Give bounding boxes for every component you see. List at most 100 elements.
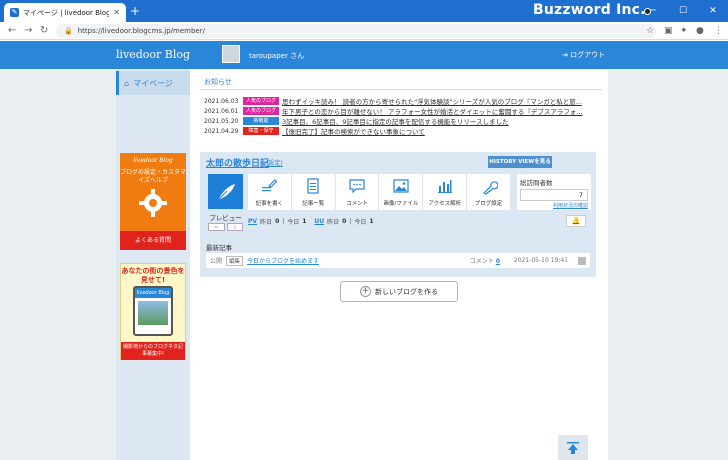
comment-count: コメント 0 [470, 256, 500, 265]
gear-icon [139, 189, 167, 217]
photo-banner[interactable]: あなたの街の景色を見せて! livedoor Blog 撮影地からのブログネタ記… [120, 263, 186, 360]
username[interactable]: taroupaper さん [249, 51, 304, 61]
extension-icon[interactable]: ▣ [664, 25, 673, 37]
mobile-icon[interactable]: ▯ [226, 223, 243, 231]
avatar[interactable] [222, 45, 240, 63]
write-article-button[interactable]: 記事を書く [248, 174, 292, 210]
notice-date: 2021.06.01 [204, 107, 239, 115]
pc-icon[interactable]: ▭ [208, 223, 225, 231]
star-icon[interactable]: ☆ [646, 25, 654, 37]
delete-icon[interactable] [578, 256, 586, 265]
usage-link[interactable]: 利用状況の確認 [520, 202, 588, 209]
article-title-link[interactable]: 今日からブログを始めます [247, 256, 466, 265]
new-blog-button[interactable]: + 新しいブログを作る [340, 281, 458, 302]
notice-link[interactable]: 年下男子との恋から目が離せない！ アラフォー女性が婚活とダイエットに奮闘する『デ… [282, 106, 583, 116]
edit-button[interactable]: 編集 [226, 255, 244, 266]
tab-title: マイページ | livedoor Blog [23, 8, 110, 17]
notice-badge: 人気のブログ [243, 107, 279, 115]
visitor-value: 7 [520, 189, 588, 201]
url-text: https://livedoor.blogcms.jp/member/ [77, 27, 205, 35]
site-logo[interactable]: livedoor Blog [116, 48, 190, 61]
notice-link[interactable]: 3記事目、6記事目、9記事目に指定の記事を配信する機能をリリースしました [282, 116, 509, 126]
banner-title: あなたの街の景色を見せて! [121, 267, 185, 284]
tool-label: 記事を書く [255, 201, 284, 207]
notice-date: 2021.04.29 [204, 127, 239, 135]
recent-heading: 最新記事 [206, 244, 232, 252]
banner-footer: 撮影地からのブログネタ記事募集中! [121, 342, 185, 360]
address-bar: ← → ↻ 🔒 https://livedoor.blogcms.jp/memb… [0, 22, 728, 40]
url-input[interactable]: 🔒 https://livedoor.blogcms.jp/member/ [56, 24, 656, 38]
bell-icon[interactable]: 🔔 [566, 215, 586, 227]
preview-button[interactable] [208, 174, 243, 209]
sidebar-item-mypage[interactable]: ⌂ マイページ [116, 71, 190, 95]
pv-link[interactable]: PV [248, 218, 257, 225]
site-header: livedoor Blog taroupaper さん ⇥ ログアウト [0, 41, 728, 69]
close-icon[interactable]: ✕ [113, 8, 120, 17]
account-icon[interactable]: ● [696, 25, 704, 37]
uu-link[interactable]: UU [314, 218, 324, 225]
notice-list: 2021.06.03 人気のブログ 思わずイッキ読み！ 読者の方から寄せられた"… [204, 96, 602, 136]
media-button[interactable]: 画像/ファイル [379, 174, 424, 210]
forward-icon[interactable]: → [24, 24, 32, 38]
back-icon[interactable]: ← [8, 24, 16, 38]
sidebar-item-label: マイページ [133, 78, 173, 88]
stat-label: 昨日 [260, 219, 273, 226]
comments-button[interactable]: コメント [336, 174, 380, 210]
logout-button[interactable]: ⇥ ログアウト [562, 50, 605, 60]
list-item[interactable]: 2021.04.29 障害・保守 【復旧完了】記事の検索ができない事象について [204, 126, 602, 136]
stat-value: 1 [302, 218, 307, 225]
notice-badge: 新機能 [243, 117, 279, 125]
puzzle-icon[interactable]: ✦ [680, 25, 688, 37]
minimize-icon[interactable]: ─ [638, 0, 668, 22]
stat-value: 1 [369, 218, 374, 225]
divider [200, 89, 602, 90]
banner-footer: よくある質問 [120, 231, 186, 250]
menu-icon[interactable]: ⋮ [714, 25, 723, 37]
window-controls: ─ ☐ ✕ [638, 0, 728, 22]
wrench-icon [482, 181, 498, 195]
visitor-label: 総訪問者数 [520, 179, 553, 187]
blog-settings-link[interactable]: (設定) [266, 158, 283, 167]
main-content: お知らせ 2021.06.03 人気のブログ 思わずイッキ読み！ 読者の方から寄… [190, 69, 608, 460]
notice-link[interactable]: 思わずイッキ読み！ 読者の方から寄せられた"浮気体験談"シリーズが人気のブログ『… [282, 96, 582, 106]
list-item[interactable]: 2021.06.01 人気のブログ 年下男子との恋から目が離せない！ アラフォー… [204, 106, 602, 116]
stat-label: 今日 [354, 219, 367, 226]
bar-chart-icon [437, 180, 452, 193]
notice-badge: 人気のブログ [243, 97, 279, 105]
tool-label: アクセス解析 [428, 201, 462, 207]
maximize-icon[interactable]: ☐ [668, 0, 698, 22]
article-list-button[interactable]: 記事一覧 [292, 174, 336, 210]
list-item[interactable]: 2021.06.03 人気のブログ 思わずイッキ読み！ 読者の方から寄せられた"… [204, 96, 602, 106]
blog-panel: 太郎の散歩日記 (設定) HISTORY VIEWを見る プレビュー ▭ ▯ 記… [200, 152, 596, 277]
phone-photo [138, 301, 168, 325]
tool-label: 記事一覧 [302, 201, 325, 207]
plus-icon: + [360, 286, 371, 297]
notices-heading: お知らせ [204, 78, 232, 86]
browser-tab[interactable]: ✎ マイページ | livedoor Blog ✕ [4, 3, 126, 22]
new-blog-label: 新しいブログを作る [375, 287, 438, 296]
blog-title[interactable]: 太郎の散歩日記 [206, 156, 269, 169]
close-window-icon[interactable]: ✕ [698, 0, 728, 22]
table-row: 公開 編集 今日からブログを始めます コメント 0 2021-05-10 19:… [206, 253, 590, 268]
reload-icon[interactable]: ↻ [40, 24, 48, 38]
document-icon [307, 178, 319, 194]
stat-label: 今日 [287, 219, 300, 226]
stat-label: 昨日 [327, 219, 340, 226]
tool-label: 画像/ファイル [383, 201, 419, 207]
access-stats: PV 昨日 0 | 今日 1 UU 昨日 0 | 今日 1 [248, 218, 374, 226]
notice-date: 2021.05.20 [204, 117, 239, 125]
history-view-button[interactable]: HISTORY VIEWを見る [488, 156, 552, 168]
new-tab-icon[interactable]: + [130, 5, 140, 17]
pen-icon [262, 179, 278, 192]
list-item[interactable]: 2021.05.20 新機能 3記事目、6記事目、9記事目に指定の記事を配信する… [204, 116, 602, 126]
notice-badge: 障害・保守 [243, 127, 279, 135]
scroll-to-top-button[interactable] [558, 435, 588, 460]
notice-link[interactable]: 【復旧完了】記事の検索ができない事象について [282, 126, 425, 136]
blog-settings-button[interactable]: ブログ設定 [467, 174, 510, 210]
article-date: 2021-05-10 19:41 [513, 257, 568, 264]
help-banner[interactable]: livedoor Blog ブログの設定・カスタマイズヘルプ よくある質問 [120, 153, 186, 250]
comment-count-link[interactable]: 0 [496, 258, 500, 265]
phone-logo: livedoor Blog [135, 288, 171, 298]
favicon-icon: ✎ [10, 8, 19, 17]
analytics-button[interactable]: アクセス解析 [423, 174, 468, 210]
